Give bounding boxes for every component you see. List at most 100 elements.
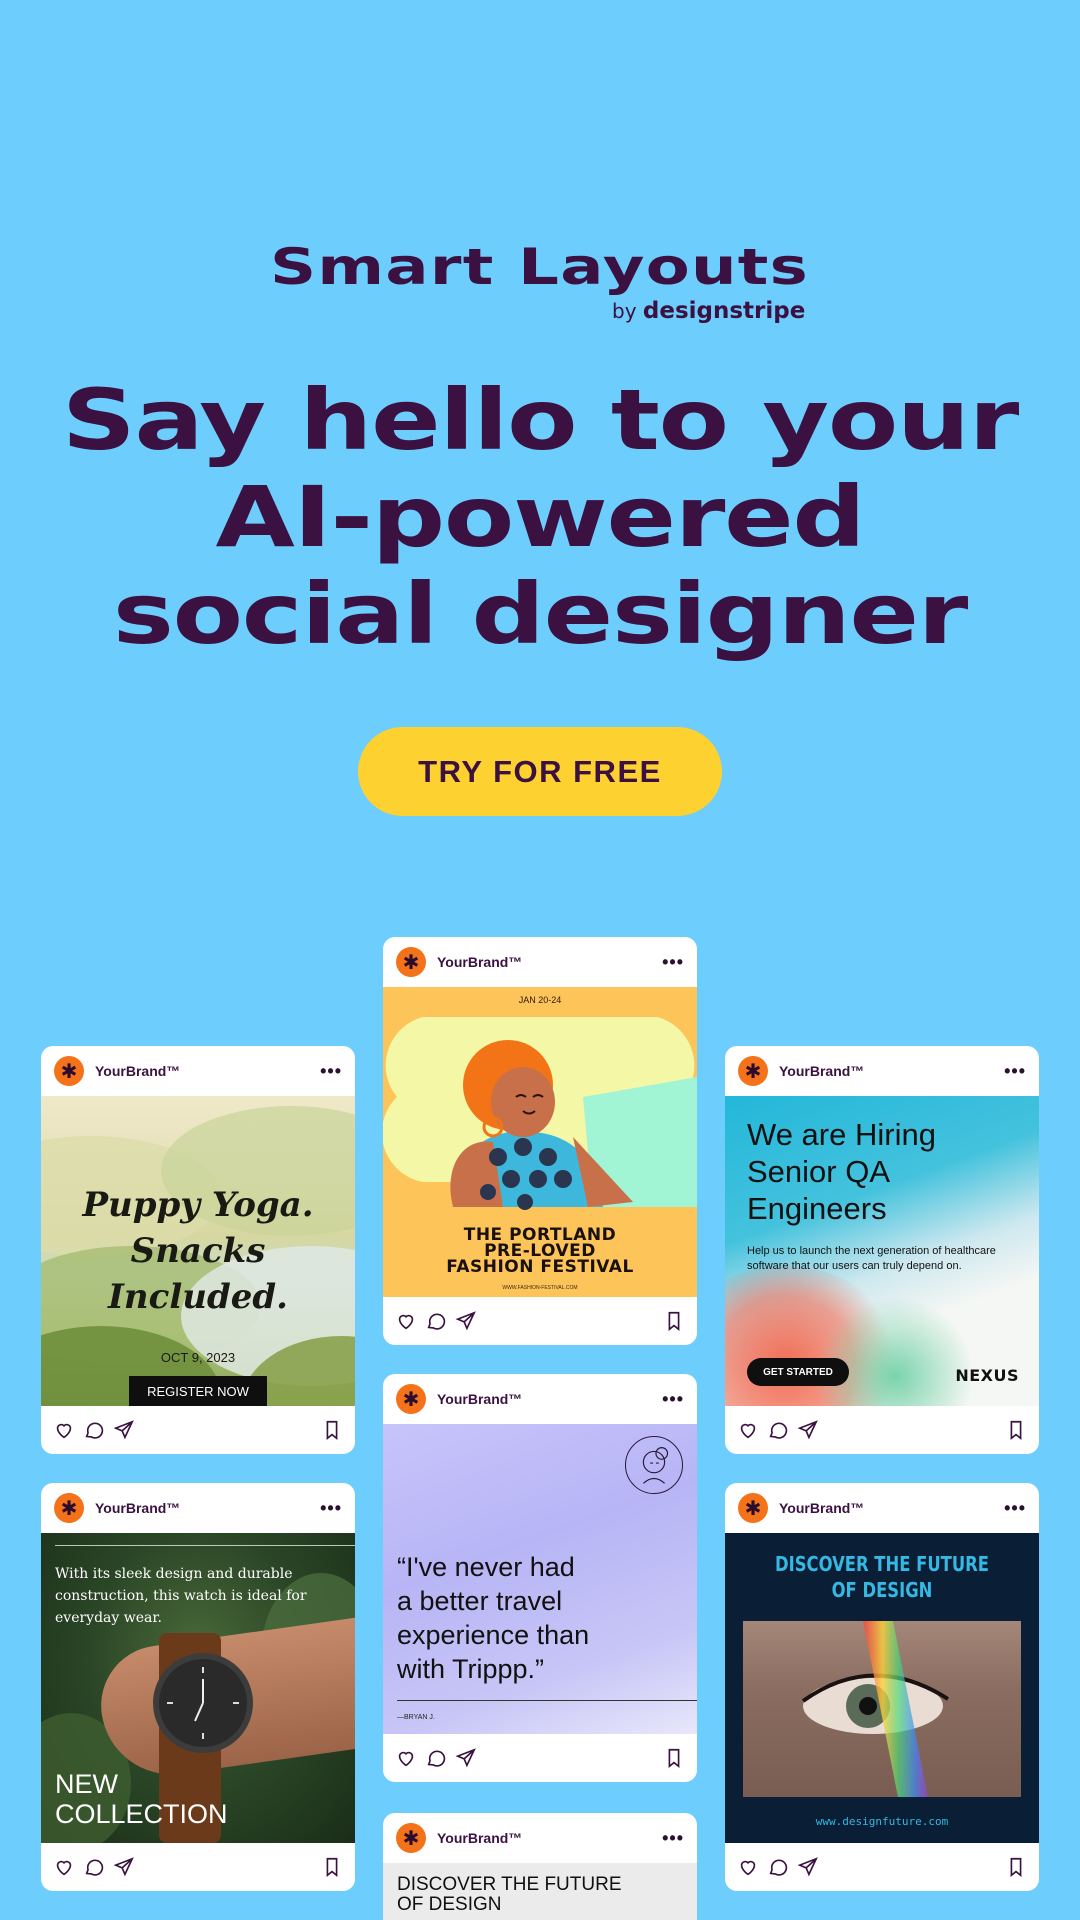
post-actions: [383, 1297, 697, 1345]
quote-line-1: “I've never had: [397, 1552, 575, 1582]
share-icon[interactable]: [797, 1856, 819, 1878]
comment-icon[interactable]: [83, 1856, 105, 1878]
post-card-fashion-festival: ✱ YourBrand™ ••• JAN 20-24 THE PORTLAND …: [383, 937, 697, 1345]
post-header: ✱ YourBrand™ •••: [725, 1046, 1039, 1096]
more-options-icon[interactable]: •••: [320, 1061, 342, 1082]
post-title: DISCOVER THE FUTURE OF DESIGN: [397, 1875, 622, 1915]
post-title: THE PORTLAND PRE-LOVED FASHION FESTIVAL: [383, 1227, 697, 1277]
company-logo: NEXUS: [955, 1366, 1019, 1385]
share-icon[interactable]: [455, 1310, 477, 1332]
share-icon[interactable]: [797, 1419, 819, 1441]
share-icon[interactable]: [113, 1856, 135, 1878]
heart-icon[interactable]: [395, 1310, 417, 1332]
logo-title: Smart Layouts: [270, 238, 810, 296]
bookmark-icon[interactable]: [663, 1747, 685, 1769]
post-card-testimonial: ✱ YourBrand™ ••• “I've never had a bette…: [383, 1374, 697, 1782]
event-date: OCT 9, 2023: [160, 1350, 236, 1365]
heart-icon[interactable]: [53, 1856, 75, 1878]
brand-name: YourBrand™: [437, 1830, 523, 1846]
testimonial-quote: “I've never had a better travel experien…: [397, 1550, 687, 1686]
brand-name: YourBrand™: [437, 954, 523, 970]
post-title-line-3: Engineers: [747, 1191, 887, 1226]
post-title-line-2: Senior QA: [747, 1154, 891, 1189]
brand-logo-icon: ✱: [396, 1823, 426, 1853]
post-title-line-1: We are Hiring: [747, 1117, 936, 1152]
post-title: NEW COLLECTION: [55, 1769, 228, 1829]
more-options-icon[interactable]: •••: [662, 1828, 684, 1849]
more-options-icon[interactable]: •••: [320, 1498, 342, 1519]
brand-name: YourBrand™: [779, 1063, 865, 1079]
post-header: ✱ YourBrand™ •••: [725, 1483, 1039, 1533]
brand-logo-icon: ✱: [738, 1056, 768, 1086]
post-actions: [41, 1406, 355, 1454]
website-url: www.designfuture.com: [815, 1815, 949, 1828]
heart-icon[interactable]: [737, 1856, 759, 1878]
comment-icon[interactable]: [83, 1419, 105, 1441]
headline-line-1: Say hello to your: [61, 371, 1019, 469]
post-title-line-2: OF DESIGN: [397, 1894, 502, 1915]
post-title-line-2: COLLECTION: [55, 1799, 228, 1829]
brand-logo-icon: ✱: [396, 947, 426, 977]
watch-face-icon: [153, 1653, 253, 1753]
brand-logo-icon: ✱: [738, 1493, 768, 1523]
quote-line-2: a better travel: [397, 1586, 563, 1616]
bookmark-icon[interactable]: [1005, 1856, 1027, 1878]
bookmark-icon[interactable]: [1005, 1419, 1027, 1441]
more-options-icon[interactable]: •••: [1004, 1061, 1026, 1082]
post-card-hiring: ✱ YourBrand™ ••• We are Hiring Senior QA…: [725, 1046, 1039, 1454]
post-actions: [383, 1734, 697, 1782]
comment-icon[interactable]: [425, 1310, 447, 1332]
post-card-discover-eye: ✱ YourBrand™ ••• DISCOVER THE FUTURE OF …: [725, 1483, 1039, 1891]
comment-icon[interactable]: [767, 1419, 789, 1441]
quote-line-3: experience than: [397, 1620, 590, 1650]
share-icon[interactable]: [455, 1747, 477, 1769]
bookmark-icon[interactable]: [321, 1419, 343, 1441]
post-title-line-2: Snacks Included.: [108, 1231, 288, 1317]
post-actions: [41, 1843, 355, 1891]
post-title: DISCOVER THE FUTURE OF DESIGN: [753, 1551, 1010, 1603]
heart-icon[interactable]: [53, 1419, 75, 1441]
post-header: ✱ YourBrand™ •••: [383, 937, 697, 987]
brand-name: YourBrand™: [95, 1063, 181, 1079]
post-image: With its sleek design and durable constr…: [41, 1533, 355, 1843]
avatar-illustration-icon: [625, 1436, 683, 1494]
brand-logo-icon: ✱: [54, 1056, 84, 1086]
quote-line-4: with Trippp.”: [397, 1654, 545, 1684]
comment-icon[interactable]: [767, 1856, 789, 1878]
logo-byline: by designstripe: [612, 298, 805, 324]
logo-company: designstripe: [642, 298, 806, 324]
post-title-line-1: DISCOVER THE FUTURE: [397, 1874, 622, 1895]
post-title-line-2: OF DESIGN: [831, 1578, 933, 1602]
hero-headline: Say hello to your AI-powered social desi…: [40, 372, 1040, 663]
bookmark-icon[interactable]: [321, 1856, 343, 1878]
post-actions: [725, 1406, 1039, 1454]
more-options-icon[interactable]: •••: [662, 952, 684, 973]
comment-icon[interactable]: [425, 1747, 447, 1769]
headline-line-2: AI-powered: [215, 468, 865, 566]
post-header: ✱ YourBrand™ •••: [383, 1813, 697, 1863]
bookmark-icon[interactable]: [663, 1310, 685, 1332]
post-title: Puppy Yoga. Snacks Included.: [41, 1182, 355, 1320]
register-now-button[interactable]: REGISTER NOW: [129, 1376, 267, 1406]
more-options-icon[interactable]: •••: [662, 1389, 684, 1410]
brand-name: YourBrand™: [95, 1500, 181, 1516]
smart-layouts-logo: Smart Layouts by designstripe: [0, 238, 1080, 324]
divider-line: [397, 1700, 697, 1701]
post-title-line-1: DISCOVER THE FUTURE: [775, 1552, 989, 1576]
post-card-watch: ✱ YourBrand™ ••• With its sleek design a…: [41, 1483, 355, 1891]
post-image: “I've never had a better travel experien…: [383, 1424, 697, 1734]
post-title-line-1: Puppy Yoga.: [82, 1185, 314, 1225]
event-date: JAN 20-24: [518, 995, 562, 1005]
post-title-line-3: FASHION FESTIVAL: [446, 1257, 634, 1277]
eye-photo: [743, 1621, 1021, 1797]
heart-icon[interactable]: [395, 1747, 417, 1769]
try-for-free-button[interactable]: TRY FOR FREE: [358, 727, 722, 816]
post-image: DISCOVER THE FUTURE OF DESIGN: [725, 1533, 1039, 1843]
festival-illustration: [383, 1017, 697, 1210]
post-image: DISCOVER THE FUTURE OF DESIGN: [383, 1863, 697, 1920]
more-options-icon[interactable]: •••: [1004, 1498, 1026, 1519]
get-started-button[interactable]: GET STARTED: [747, 1358, 849, 1386]
share-icon[interactable]: [113, 1419, 135, 1441]
post-header: ✱ YourBrand™ •••: [41, 1483, 355, 1533]
heart-icon[interactable]: [737, 1419, 759, 1441]
